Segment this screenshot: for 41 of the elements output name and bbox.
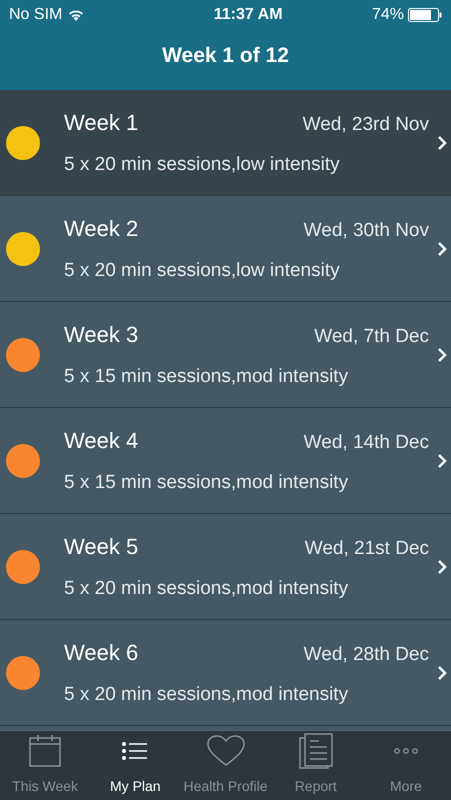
chevron-right-icon (437, 452, 447, 468)
battery-percent: 74% (372, 5, 404, 25)
week-title: Week 3 (64, 320, 138, 348)
list-icon (122, 740, 148, 762)
chevron-right-icon (437, 558, 447, 574)
week-title: Week 5 (64, 532, 138, 560)
chevron-right-icon (437, 240, 447, 256)
week-date: Wed, 30th Nov (304, 218, 429, 242)
chevron-right-icon (437, 346, 447, 362)
session-detail: 5 x 20 min sessions,low intensity (64, 259, 341, 283)
clock-time: 11:37 AM (214, 5, 283, 25)
calendar-icon (28, 734, 62, 768)
heart-icon (206, 734, 246, 766)
week-row[interactable]: Week 1 Wed, 23rd Nov 5 x 20 min sessions,low intensity (0, 90, 451, 196)
tab-button[interactable]: More (360, 731, 451, 800)
tab-button[interactable]: This Week (0, 731, 90, 800)
session-detail: 5 x 20 min sessions,mod intensity (64, 577, 350, 601)
tab-button[interactable]: My Plan (90, 731, 180, 800)
session-detail: 5 x 15 min sessions,mod intensity (64, 471, 350, 495)
chevron-right-icon (437, 664, 447, 680)
week-title: Week 1 (64, 108, 138, 136)
tab-button[interactable]: Health Profile (180, 731, 271, 800)
week-title: Week 4 (64, 426, 138, 454)
week-date: Wed, 23rd Nov (302, 112, 429, 136)
battery-icon (408, 8, 442, 22)
screen-title: Week 1 of 12 (162, 43, 289, 70)
wifi-icon (68, 9, 84, 21)
week-title: Week 2 (64, 214, 138, 242)
tab-button[interactable]: Report (270, 731, 361, 800)
report-icon (298, 732, 333, 768)
week-date: Wed, 21st Dec (304, 536, 429, 560)
chevron-right-icon (437, 134, 447, 150)
week-date: Wed, 7th Dec (314, 324, 429, 348)
week-title: Week 6 (64, 638, 138, 666)
session-detail: 5 x 20 min sessions,mod intensity (64, 683, 350, 707)
week-date: Wed, 14th Dec (304, 430, 429, 454)
more-icon (392, 746, 419, 754)
week-date: Wed, 28th Dec (304, 642, 429, 666)
session-detail: 5 x 15 min sessions,mod intensity (64, 365, 350, 389)
carrier-label: No SIM (9, 5, 62, 25)
session-detail: 5 x 20 min sessions,low intensity (64, 153, 341, 177)
